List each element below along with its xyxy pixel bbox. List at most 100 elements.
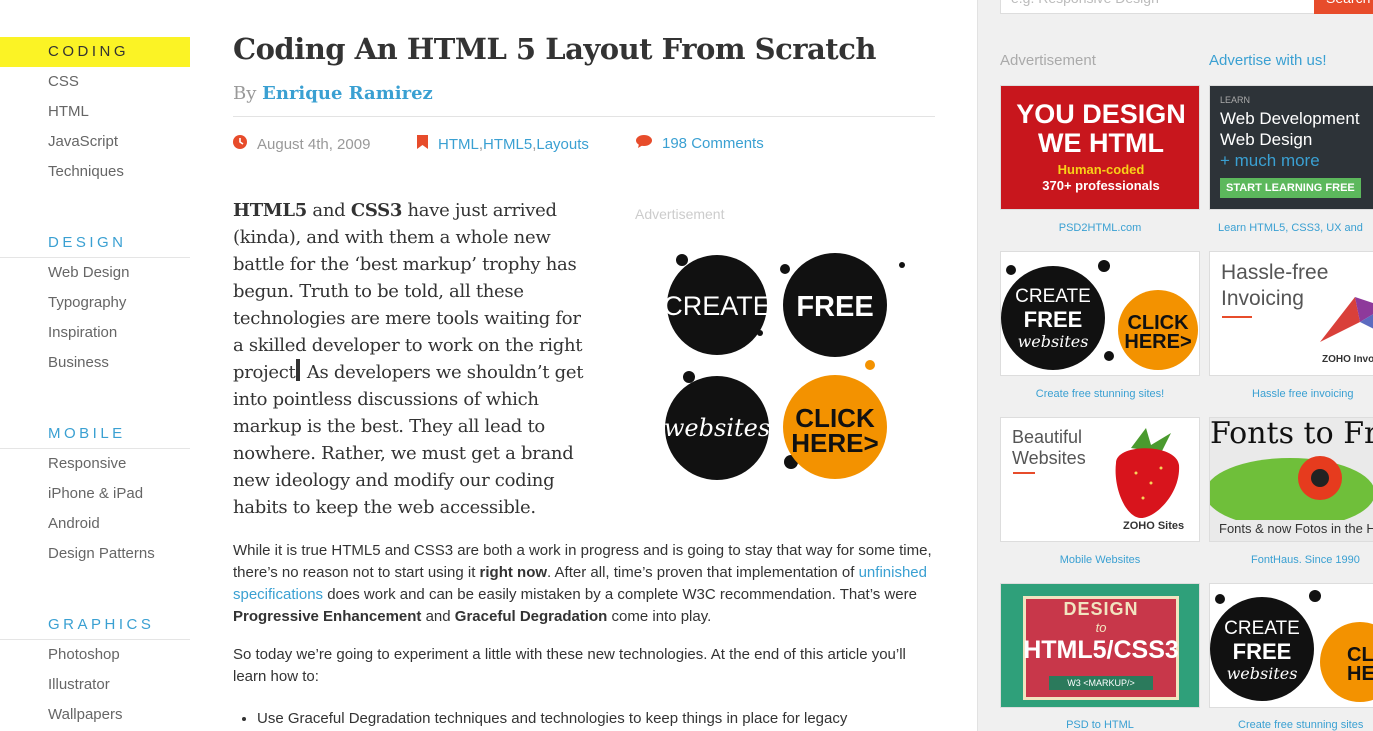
ad-headline: Beautiful	[1012, 427, 1083, 447]
learning-list: Use Graceful Degradation techniques and …	[233, 708, 847, 730]
ad-caption[interactable]: Create free stunning sites!	[1000, 388, 1200, 400]
lead-text: and	[307, 200, 351, 221]
ad-create-free-websites[interactable]: CREATE FREE websites CLICK HERE>	[1000, 251, 1200, 376]
category-heading-design[interactable]: DESIGN	[0, 228, 190, 258]
text-cursor	[296, 359, 301, 381]
category-coding: CODING CSS HTML JavaScript Techniques	[0, 37, 190, 187]
bookmark-icon	[417, 135, 428, 153]
sidebar-item-inspiration[interactable]: Inspiration	[0, 318, 190, 348]
divider	[233, 116, 935, 117]
tag-link-html5[interactable]: HTML5	[483, 136, 532, 153]
paragraph-bold: Graceful Degradation	[454, 608, 608, 625]
tag-link-layouts[interactable]: Layouts	[536, 136, 589, 153]
category-heading-coding[interactable]: CODING	[0, 37, 190, 67]
paragraph-text: and	[421, 608, 455, 625]
sidebar-item-responsive[interactable]: Responsive	[0, 449, 190, 479]
strawberry-icon	[1115, 428, 1180, 518]
ad-free-text: FREE	[1233, 639, 1292, 664]
sidebar-item-javascript[interactable]: JavaScript	[0, 127, 190, 157]
sidebar-item-typography[interactable]: Typography	[0, 288, 190, 318]
category-mobile: MOBILE Responsive iPhone & iPad Android …	[0, 419, 190, 569]
ad-caption[interactable]: Create free stunning sites	[1209, 719, 1373, 731]
paragraph-text: does work and can be easily mistaken by …	[323, 586, 917, 603]
comment-bubble-icon	[636, 135, 652, 152]
article-title: Coding An HTML 5 Layout From Scratch	[233, 32, 876, 66]
ad-here-text: HERE>	[1124, 331, 1191, 353]
ad-headline: Fonts to Fro	[1210, 417, 1373, 451]
sidebar-item-css[interactable]: CSS	[0, 67, 190, 97]
right-sidebar: e.g. Responsive Design Search Advertisem…	[977, 0, 1373, 731]
ad-kicker: LEARN	[1220, 95, 1251, 105]
ad-ribbon: W3 <MARKUP/>	[1049, 676, 1153, 690]
byline: By Enrique Ramirez	[233, 83, 433, 104]
ads-label: Advertisement	[1000, 52, 1096, 69]
inline-ad-banner[interactable]: CREATE FREE websites CLICK HERE>	[663, 240, 905, 490]
ad-accent-line	[1222, 316, 1252, 318]
ad-caption[interactable]: PSD to HTML	[1000, 719, 1200, 731]
sidebar-item-android[interactable]: Android	[0, 509, 190, 539]
author-link[interactable]: Enrique Ramirez	[262, 83, 433, 104]
frog-image	[1210, 456, 1373, 520]
article-lead: HTML5 and CSS3 have just arrived (kinda)…	[233, 197, 593, 521]
paper-crane-icon	[1320, 297, 1373, 342]
paragraph-bold: right now	[479, 564, 548, 581]
ad-subline: to	[1095, 620, 1107, 635]
advertise-link[interactable]: Advertise with us!	[1209, 52, 1327, 69]
ad-psd-to-html[interactable]: DESIGN to HTML5/CSS3 W3 <MARKUP/>	[1000, 583, 1200, 708]
ad-headline: YOU DESIGN	[1016, 99, 1186, 129]
sidebar-item-wallpapers[interactable]: Wallpapers	[0, 700, 190, 730]
ad-caption[interactable]: Mobile Websites	[1000, 554, 1200, 566]
ad-brand: ZOHO Invoice	[1322, 354, 1373, 365]
ad-headline: DESIGN	[1063, 599, 1139, 619]
start-learning-button[interactable]: START LEARNING FREE	[1220, 178, 1361, 198]
category-sidebar: CODING CSS HTML JavaScript Techniques DE…	[0, 0, 190, 731]
article-paragraph-2: So today we’re going to experiment a lit…	[233, 646, 906, 685]
category-heading-mobile[interactable]: MOBILE	[0, 419, 190, 449]
ad-subline: Fonts & now Fotos in the H	[1219, 521, 1373, 536]
inline-ad-label: Advertisement	[635, 206, 725, 222]
comments-link[interactable]: 198 Comments	[662, 135, 764, 152]
sidebar-item-illustrator[interactable]: Illustrator	[0, 670, 190, 700]
ad-fonthaus[interactable]: Fonts to Fro Fonts & now Fotos in the H	[1209, 417, 1373, 542]
search-input[interactable]: e.g. Responsive Design	[1000, 0, 1316, 14]
ad-create-free-websites-2[interactable]: CREATE FREE websites CLIC HER	[1209, 583, 1373, 708]
ad-accent-line	[1013, 472, 1035, 474]
sidebar-item-business[interactable]: Business	[0, 348, 190, 378]
search-button[interactable]: Search	[1314, 0, 1373, 14]
byline-prefix: By	[233, 83, 257, 104]
sidebar-item-techniques[interactable]: Techniques	[0, 157, 190, 187]
ad-learn-webdev[interactable]: LEARN Web Development Web Design + much …	[1209, 85, 1373, 210]
sidebar-item-web-design[interactable]: Web Design	[0, 258, 190, 288]
tag-link-html[interactable]: HTML	[438, 136, 479, 153]
paragraph-text: come into play.	[607, 608, 712, 625]
ad-create-text: CREATE	[1015, 286, 1091, 307]
ad-headline: Web Design	[1220, 130, 1313, 149]
ad-hassle-free-invoicing[interactable]: Hassle-free Invoicing ZOHO Invoice	[1209, 251, 1373, 376]
post-tags: HTML, HTML5, Layouts	[417, 135, 589, 153]
ad-psd2html[interactable]: YOU DESIGN WE HTML Human-coded 370+ prof…	[1000, 85, 1200, 210]
ad-caption[interactable]: Learn HTML5, CSS3, UX and	[1209, 222, 1373, 234]
ad-free-text: FREE	[1024, 307, 1083, 332]
bubble-create-text: CREATE	[665, 291, 771, 321]
lead-bold-css3: CSS3	[350, 200, 403, 221]
ad-subline: 370+ professionals	[1042, 178, 1160, 193]
date-text: August 4th, 2009	[257, 135, 371, 153]
lead-text: As developers we shouldn’t get into poin…	[233, 362, 584, 518]
category-heading-graphics[interactable]: GRAPHICS	[0, 610, 190, 640]
article-paragraph-1: While it is true HTML5 and CSS3 are both…	[233, 540, 935, 628]
sidebar-item-html[interactable]: HTML	[0, 97, 190, 127]
ad-beautiful-websites[interactable]: Beautiful Websites ZOHO Sites	[1000, 417, 1200, 542]
lead-text: have just arrived (kinda), and with them…	[233, 200, 583, 383]
ad-caption[interactable]: FontHaus. Since 1990	[1209, 554, 1373, 566]
sidebar-item-design-patterns[interactable]: Design Patterns	[0, 539, 190, 569]
ad-headline: HTML5/CSS3	[1023, 636, 1179, 664]
sidebar-item-photoshop[interactable]: Photoshop	[0, 640, 190, 670]
sidebar-item-iphone-ipad[interactable]: iPhone & iPad	[0, 479, 190, 509]
bubble-free-text: FREE	[796, 291, 873, 323]
ad-caption[interactable]: Hassle free invoicing	[1209, 388, 1373, 400]
ad-here-text: HER	[1347, 663, 1373, 685]
paragraph-bold: Progressive Enhancement	[233, 608, 422, 625]
ad-caption[interactable]: PSD2HTML.com	[1000, 222, 1200, 234]
ad-headline: Websites	[1012, 448, 1086, 468]
ad-websites-text: websites	[1018, 332, 1089, 351]
